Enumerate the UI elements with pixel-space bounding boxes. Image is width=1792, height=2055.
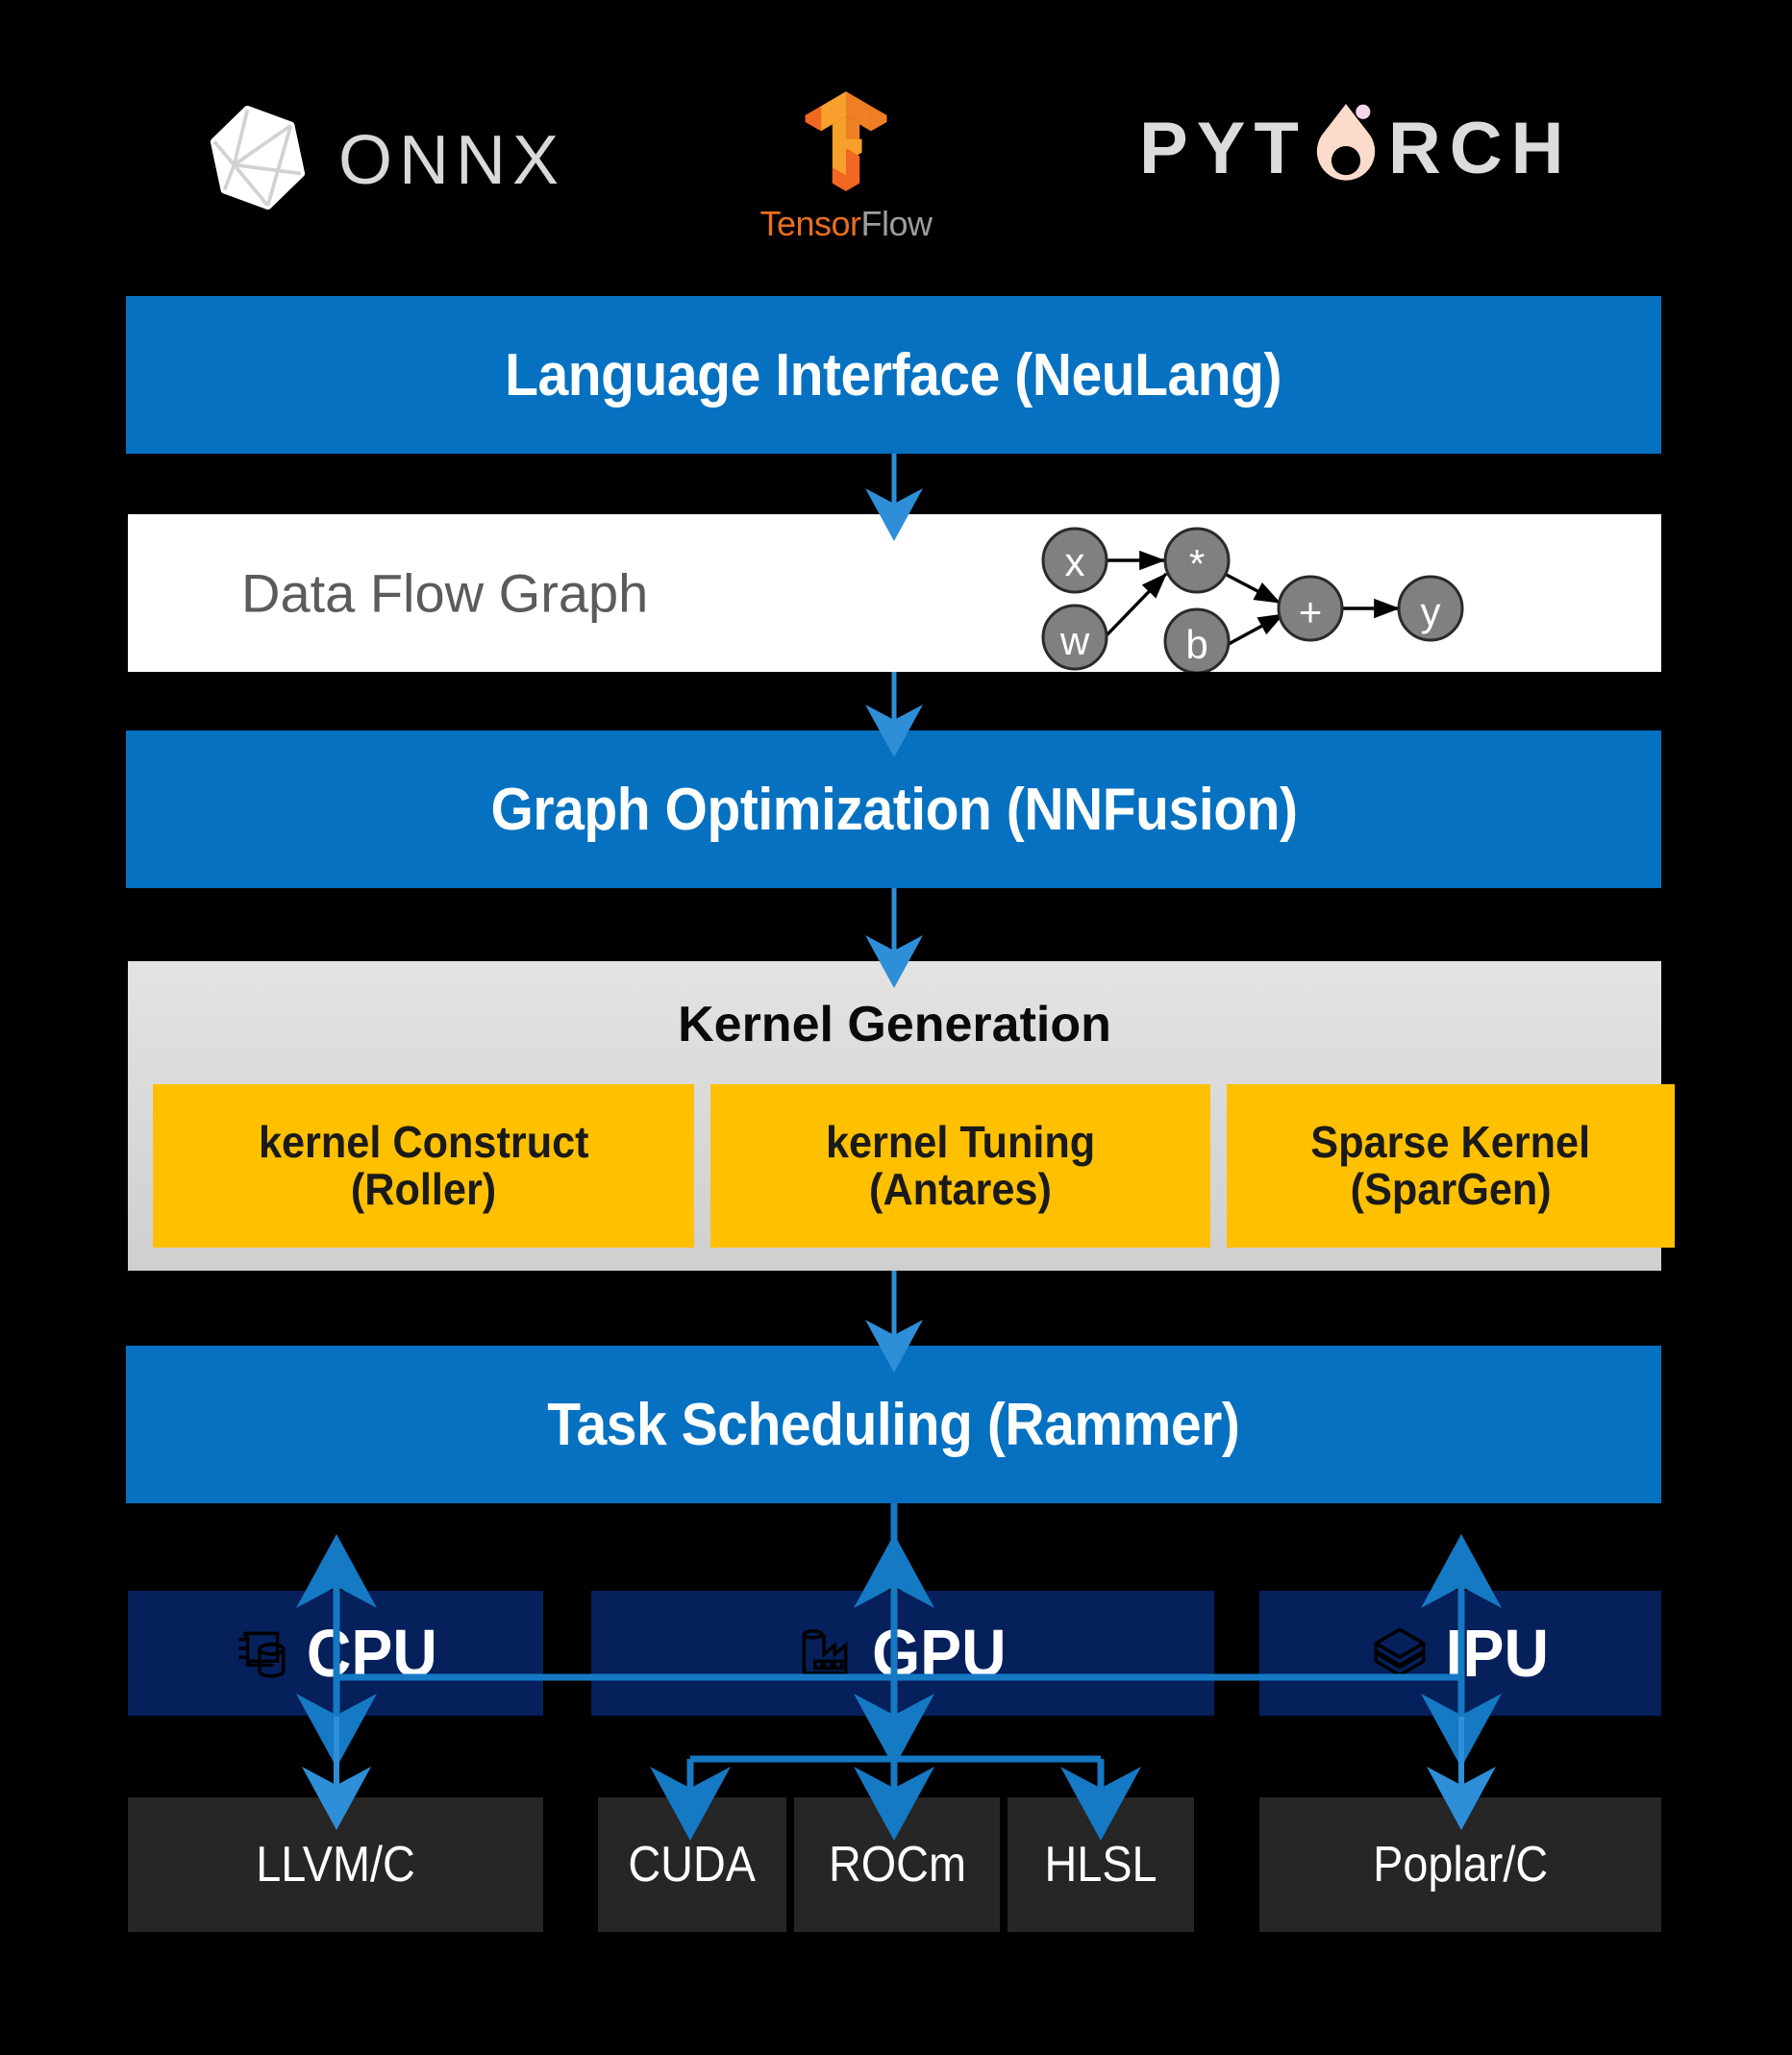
kernel-box-spargen[interactable]: Sparse Kernel (SparGen)	[1227, 1084, 1675, 1248]
backend-cuda[interactable]: CUDA	[598, 1797, 786, 1932]
hardware-ipu[interactable]: IPU	[1259, 1591, 1661, 1716]
tensorflow-word-tensor: Tensor	[759, 204, 861, 243]
stage-graph-optimization[interactable]: Graph Optimization (NNFusion)	[126, 730, 1661, 888]
dfg-node-x: x	[1065, 539, 1085, 584]
kernel-box-roller-line2: (Roller)	[350, 1164, 497, 1214]
backend-hlsl-label: HLSL	[1044, 1837, 1157, 1893]
dfg-node-b: b	[1185, 622, 1207, 667]
kernel-generation-box-group: kernel Construct (Roller) kernel Tuning …	[153, 1084, 1675, 1248]
onnx-polyhedron-icon	[202, 102, 313, 218]
kernel-box-antares-line1: kernel Tuning	[825, 1117, 1096, 1168]
stage-data-flow-graph[interactable]: Data Flow Graph x w * b + y	[128, 514, 1661, 672]
stage-graph-optimization-label: Graph Optimization (NNFusion)	[489, 776, 1298, 843]
pytorch-logo: PYT RCH	[1139, 100, 1572, 197]
stage-language-interface[interactable]: Language Interface (NeuLang)	[126, 296, 1661, 454]
tensorflow-wordmark: TensorFlow	[740, 207, 952, 241]
hardware-cpu[interactable]: CPU	[128, 1591, 543, 1716]
stacked-layers-icon	[1368, 1622, 1431, 1685]
stage-language-interface-label: Language Interface (NeuLang)	[505, 341, 1282, 409]
kernel-box-roller[interactable]: kernel Construct (Roller)	[153, 1084, 694, 1248]
backend-poplar-c[interactable]: Poplar/C	[1259, 1797, 1661, 1932]
kernel-box-roller-line1: kernel Construct	[258, 1117, 589, 1168]
tensorflow-logo: TensorFlow	[740, 85, 952, 241]
data-flow-graph-illustration: x w * b + y	[1041, 527, 1464, 672]
backend-llvm-c[interactable]: LLVM/C	[128, 1797, 543, 1932]
factory-icon	[793, 1622, 857, 1685]
backend-rocm-label: ROCm	[828, 1837, 966, 1893]
backend-cuda-label: CUDA	[628, 1837, 757, 1893]
backend-hlsl[interactable]: HLSL	[1008, 1797, 1194, 1932]
hardware-gpu-label: GPU	[872, 1616, 1007, 1691]
stage-data-flow-graph-label: Data Flow Graph	[241, 562, 649, 624]
kernel-box-spargen-line2: (SparGen)	[1350, 1164, 1552, 1214]
stage-kernel-generation-label: Kernel Generation	[678, 997, 1111, 1052]
dfg-node-add: +	[1299, 589, 1323, 634]
tensorflow-t-icon	[789, 91, 903, 202]
pytorch-flame-icon	[1306, 100, 1386, 197]
dfg-node-y: y	[1421, 589, 1441, 634]
kernel-box-spargen-line1: Sparse Kernel	[1310, 1117, 1591, 1168]
onnx-wordmark: ONNX	[338, 121, 566, 199]
backend-rocm[interactable]: ROCm	[794, 1797, 1000, 1932]
stage-task-scheduling-label: Task Scheduling (Rammer)	[547, 1391, 1240, 1458]
framework-logo-row: ONNX TensorFlow PYT RCH	[0, 85, 1792, 241]
dfg-node-w: w	[1059, 618, 1090, 663]
kernel-box-antares-line2: (Antares)	[869, 1164, 1052, 1214]
tensorflow-word-flow: Flow	[860, 204, 933, 243]
onnx-logo: ONNX	[202, 102, 565, 218]
pytorch-wordmark-suffix: RCH	[1387, 107, 1573, 189]
backend-llvm-c-label: LLVM/C	[256, 1837, 415, 1893]
kernel-box-antares[interactable]: kernel Tuning (Antares)	[710, 1084, 1210, 1248]
stage-kernel-generation[interactable]: Kernel Generation kernel Construct (Roll…	[128, 961, 1675, 1271]
hardware-gpu[interactable]: GPU	[591, 1591, 1214, 1716]
server-database-icon	[228, 1622, 291, 1685]
backend-poplar-c-label: Poplar/C	[1372, 1837, 1549, 1893]
diagram-canvas: ONNX TensorFlow PYT RCH Language Interfa…	[0, 0, 1792, 2055]
hardware-cpu-label: CPU	[307, 1616, 437, 1691]
dfg-node-mul: *	[1189, 541, 1205, 586]
pytorch-wordmark-prefix: PYT	[1139, 107, 1307, 189]
stage-task-scheduling[interactable]: Task Scheduling (Rammer)	[126, 1346, 1661, 1503]
hardware-ipu-label: IPU	[1445, 1616, 1549, 1691]
